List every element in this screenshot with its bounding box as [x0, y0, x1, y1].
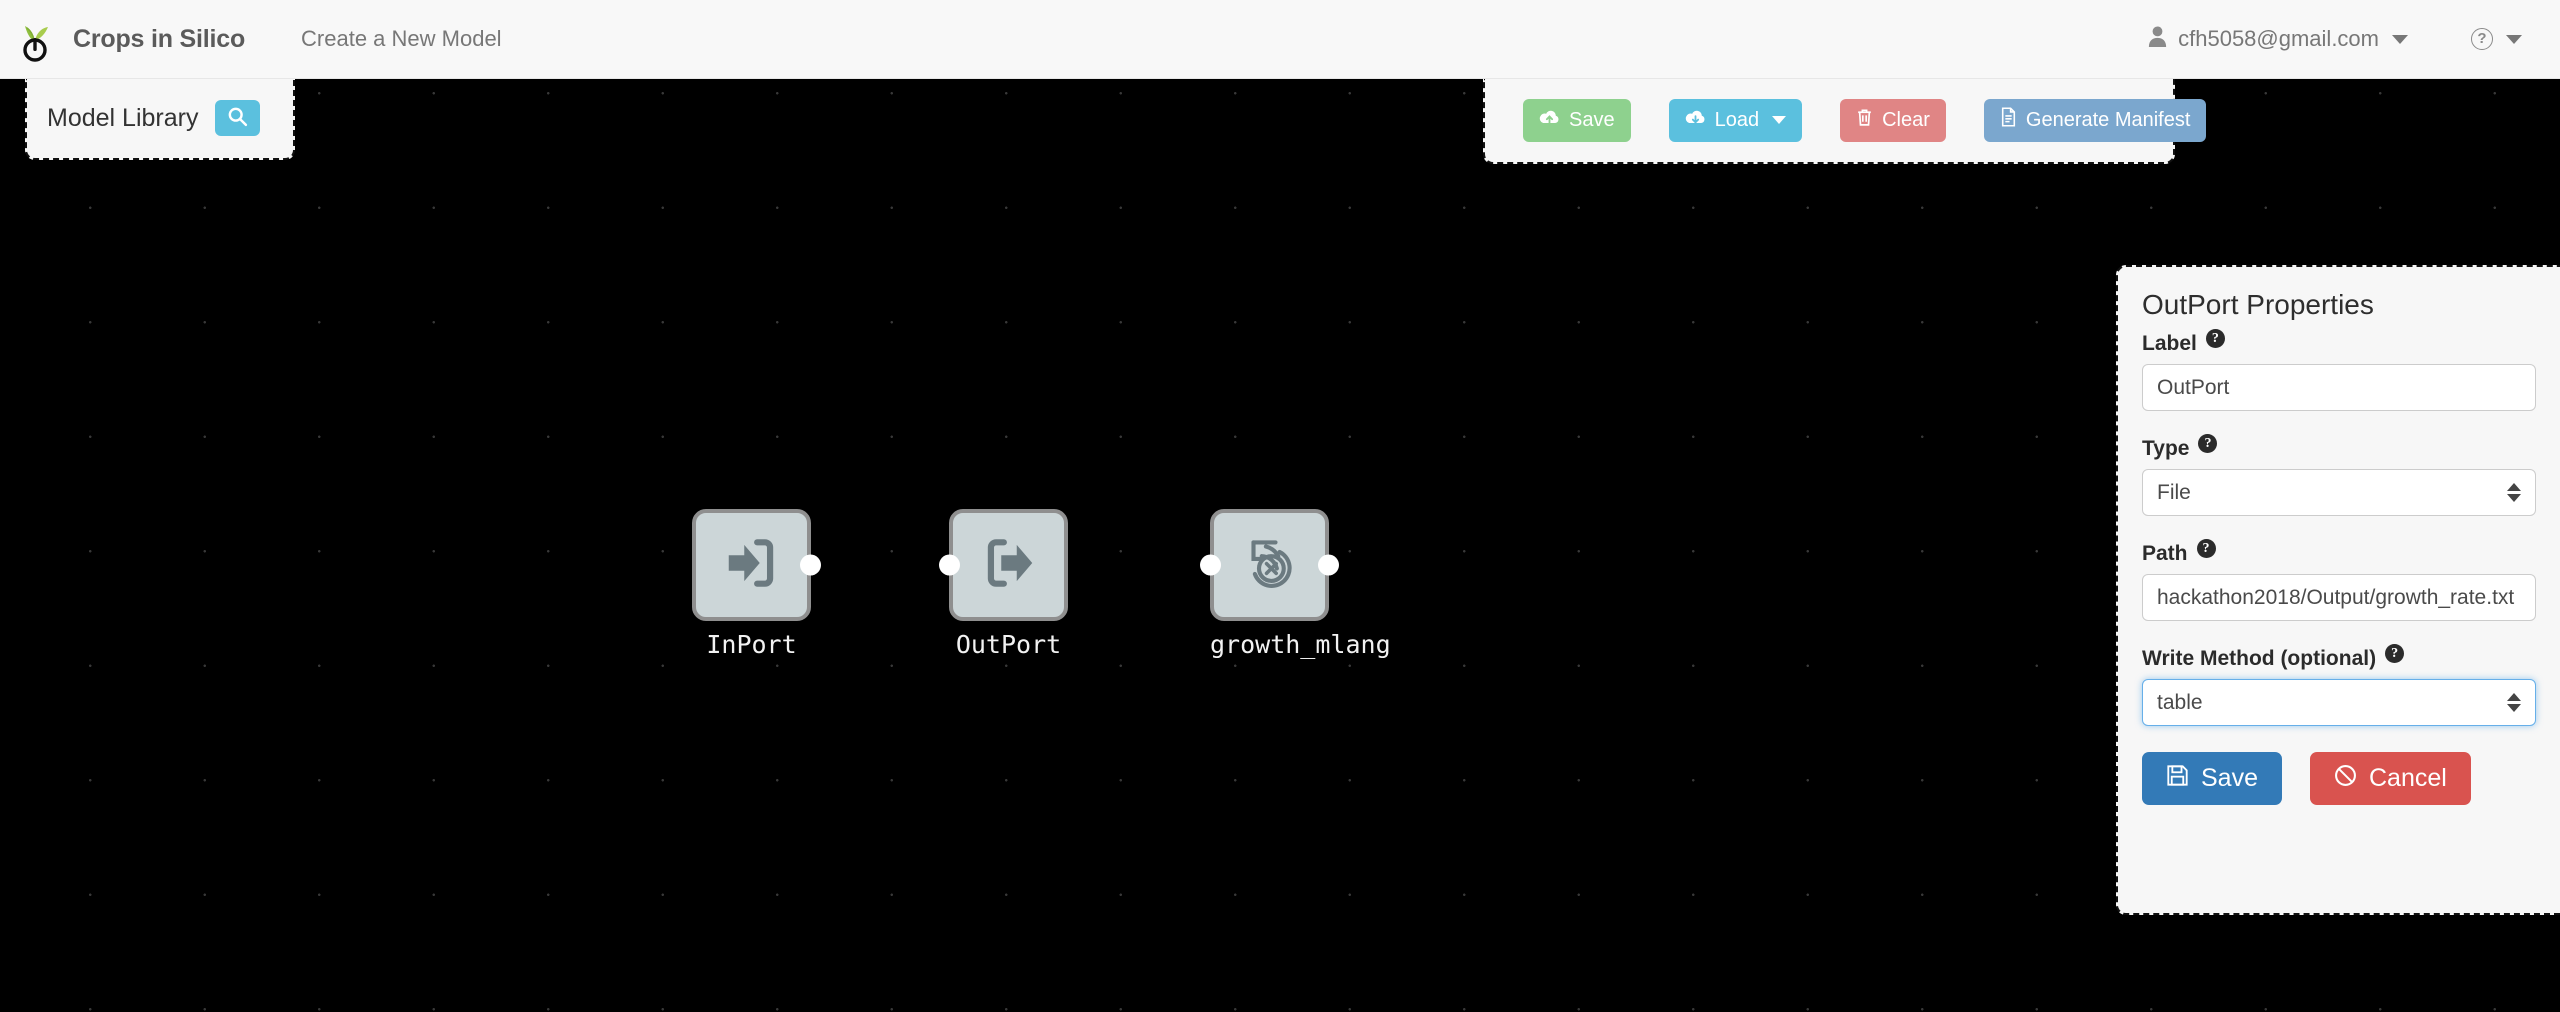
type-field-label: Type ? — [2142, 434, 2536, 461]
node-port-in[interactable] — [939, 554, 960, 576]
properties-cancel-label: Cancel — [2368, 764, 2447, 792]
node-body[interactable] — [692, 509, 821, 621]
generate-manifest-button[interactable]: Generate Manifest — [1983, 98, 2207, 142]
help-icon[interactable]: ? — [2385, 644, 2405, 663]
label-input[interactable]: OutPort — [2142, 364, 2536, 411]
graph-node-growth-mlang[interactable]: growth_mlang — [1200, 509, 1391, 659]
search-icon — [227, 106, 248, 130]
brand-title: Crops in Silico — [73, 24, 246, 53]
sign-out-icon — [978, 532, 1040, 599]
chevron-down-icon — [1772, 116, 1787, 124]
select-spinner-icon — [2507, 483, 2521, 502]
select-spinner-icon — [2507, 693, 2521, 712]
node-body[interactable] — [939, 509, 1068, 621]
trash-icon — [1856, 108, 1873, 133]
load-graph-label: Load — [1714, 108, 1760, 131]
field-label-text: Path — [2142, 542, 2188, 565]
user-icon — [2148, 25, 2167, 53]
help-icon[interactable]: ? — [2205, 329, 2225, 348]
nav-create-new-model[interactable]: Create a New Model — [301, 26, 502, 52]
cloud-upload-icon — [1539, 108, 1560, 133]
node-body[interactable] — [1200, 509, 1339, 621]
path-field-label: Path ? — [2142, 539, 2536, 566]
user-menu[interactable]: cfh5058@gmail.com — [2148, 25, 2408, 53]
help-icon[interactable]: ? — [2198, 434, 2218, 453]
properties-cancel-button[interactable]: Cancel — [2309, 752, 2471, 805]
ban-icon — [2334, 764, 2357, 794]
write-method-field-label: Write Method (optional) ? — [2142, 644, 2536, 671]
field-label-text: Type — [2142, 437, 2190, 460]
type-select-value: File — [2157, 480, 2191, 504]
node-port-in[interactable] — [1200, 554, 1221, 576]
save-graph-label: Save — [1569, 108, 1615, 131]
field-label-text: Label — [2142, 332, 2197, 355]
write-method-select[interactable]: table — [2142, 679, 2536, 726]
clear-graph-button[interactable]: Clear — [1840, 98, 1946, 142]
properties-save-button[interactable]: Save — [2142, 752, 2282, 805]
question-circle-icon: ? — [2471, 28, 2493, 50]
panel-title: OutPort Properties — [2142, 289, 2374, 320]
app-header: Crops in Silico Create a New Model cfh50… — [0, 0, 2560, 79]
help-icon[interactable]: ? — [2196, 539, 2216, 558]
graph-toolbar-panel: Save Load Clear Generate Manifest — [1483, 78, 2207, 164]
chevron-down-icon — [2392, 34, 2408, 44]
load-graph-button[interactable]: Load — [1668, 98, 1803, 142]
properties-save-label: Save — [2201, 764, 2258, 792]
node-port-out[interactable] — [800, 554, 821, 576]
outport-properties-panel: OutPort Properties Label ? OutPort Type … — [2116, 265, 2560, 915]
generate-manifest-label: Generate Manifest — [2025, 108, 2191, 131]
field-label-text: Write Method (optional) — [2142, 647, 2377, 670]
sign-in-icon — [721, 532, 783, 599]
sprout-power-logo[interactable] — [17, 16, 53, 62]
model-library-search-button[interactable] — [215, 100, 261, 136]
properties-actions: Save Cancel — [2142, 752, 2536, 805]
path-input[interactable]: hackathon2018/Output/growth_rate.txt — [2142, 574, 2536, 621]
node-label: InPort — [706, 630, 797, 659]
node-label: OutPort — [955, 630, 1062, 659]
clear-graph-label: Clear — [1882, 108, 1930, 131]
node-port-out[interactable] — [1318, 554, 1339, 576]
save-graph-button[interactable]: Save — [1523, 98, 1631, 142]
header-right-cluster: cfh5058@gmail.com ? — [2148, 25, 2560, 53]
type-select[interactable]: File — [2142, 469, 2536, 516]
model-library-panel: Model Library — [25, 78, 295, 160]
graph-node-inport[interactable]: InPort — [692, 509, 821, 659]
user-email: cfh5058@gmail.com — [2178, 26, 2379, 51]
graph-node-outport[interactable]: OutPort — [939, 509, 1068, 659]
model-library-title: Model Library — [47, 103, 199, 132]
cloud-download-icon — [1685, 108, 1706, 133]
help-menu[interactable]: ? — [2471, 28, 2522, 50]
node-label: growth_mlang — [1210, 630, 1391, 659]
write-method-select-value: table — [2157, 690, 2203, 714]
floppy-disk-icon — [2166, 764, 2189, 794]
label-field-label: Label ? — [2142, 329, 2536, 356]
mlang-icon — [1237, 530, 1303, 601]
file-icon — [2000, 107, 2017, 133]
chevron-down-icon — [2506, 34, 2522, 44]
